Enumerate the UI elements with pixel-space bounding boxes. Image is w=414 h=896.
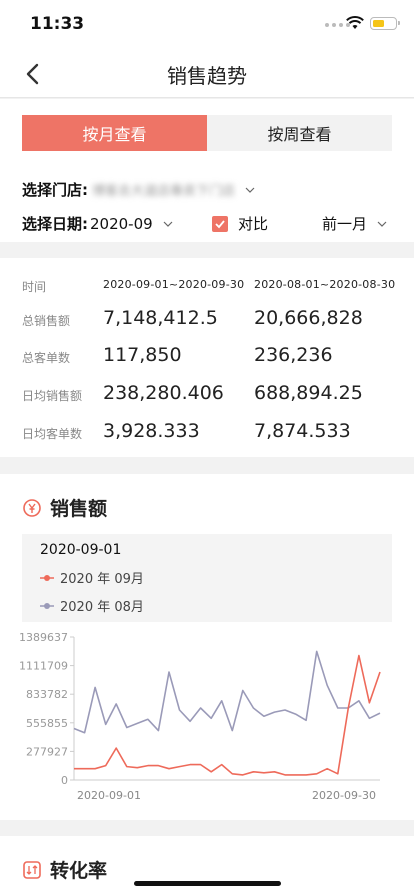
legend-item-sep[interactable]: 2020 年 09月 [40,568,144,587]
filter-panel: 按月查看 按周查看 选择门店: 博客去大道店專卖下门店 选择日期: 2020-0… [0,99,414,242]
value-previous: 7,874.533 [254,420,351,442]
chart-tooltip: 2020-09-01 2020 年 09月 2020 年 08月 [22,534,392,622]
legend-label: 2020 年 08月 [60,600,144,615]
sales-line-chart[interactable]: 0 277927 555855 833782 1111709 1389637 2020-09… [0,624,414,804]
date-label: 选择日期: [22,215,88,233]
period-select[interactable]: 前一月 [322,213,387,234]
legend-marker [40,574,54,581]
compare-label: 对比 [238,215,269,233]
value-current: 117,850 [103,344,182,366]
conversion-header: 转化率 [22,856,107,883]
conversion-title: 转化率 [50,860,108,882]
y-tick-label: 833782 [26,688,68,701]
tab-weekly[interactable]: 按周查看 [207,115,392,151]
x-tick-label: 2020-09-01 [77,789,141,802]
y-tick-label: 1111709 [19,660,68,673]
status-bar: 11:33 [0,0,414,50]
legend-item-aug[interactable]: 2020 年 08月 [40,596,144,615]
nav-bar: 销售趋势 [0,50,414,98]
value-previous: 20,666,828 [254,307,363,329]
value-previous: 236,236 [254,344,333,366]
y-tick-label: 0 [61,774,68,787]
chevron-down-icon [245,187,255,193]
battery-icon [370,17,400,30]
conversion-icon [23,860,41,879]
y-tick-label: 277927 [26,745,68,758]
row-label: 日均销售额 [22,389,83,403]
sales-header: 销售额 [22,494,107,521]
status-time: 11:33 [30,14,85,34]
view-tabs: 按月查看 按周查看 [22,115,392,151]
y-tick-label: 1389637 [19,631,68,644]
table-row: 总销售额 7,148,412.5 20,666,828 [0,304,414,334]
tab-monthly[interactable]: 按月查看 [22,115,207,151]
series-line-aug [73,650,381,734]
table-row: 日均客单数 3,928.333 7,874.533 [0,417,414,447]
store-value: 博客去大道店專卖下门店 [92,184,236,199]
store-label: 选择门店: [22,181,88,199]
store-selector[interactable]: 选择门店: 博客去大道店專卖下门店 [22,179,255,200]
page-title: 销售趋势 [167,64,247,88]
chevron-down-icon [377,221,387,227]
compare-toggle[interactable]: 对比 [212,213,268,234]
row-label: 总客单数 [22,351,71,365]
tooltip-date: 2020-09-01 [40,542,122,558]
compare-checkbox[interactable] [212,215,228,232]
row-label: 总销售额 [22,314,71,328]
row-label: 日均客单数 [22,427,83,441]
value-current: 238,280.406 [103,382,224,404]
period-current: 2020-09-01~2020-09-30 [103,278,245,291]
conversion-card: 转化率 [0,836,414,896]
summary-header-label: 时间 [22,280,47,294]
period-value: 前一月 [322,215,368,233]
wifi-icon [346,16,364,29]
sales-title: 销售额 [50,498,108,520]
home-indicator [134,881,281,886]
legend-label: 2020 年 09月 [60,572,144,587]
value-current: 7,148,412.5 [103,307,218,329]
table-row: 总客单数 117,850 236,236 [0,341,414,371]
check-icon [215,219,225,228]
date-filter-row: 选择日期: 2020-09 对比 前一月 [22,213,392,234]
chevron-down-icon[interactable] [163,219,173,229]
legend-marker [40,602,54,609]
period-previous: 2020-08-01~2020-08-30 [254,278,396,291]
value-previous: 688,894.25 [254,382,363,404]
x-tick-label: 2020-09-30 [312,789,376,802]
summary-header-row: 时间 2020-09-01~2020-09-30 2020-08-01~2020… [0,270,414,300]
table-row: 日均销售额 238,280.406 688,894.25 [0,379,414,409]
y-tick-label: 555855 [26,717,68,730]
sales-chart-card: 销售额 2020-09-01 2020 年 09月 2020 年 08月 0 27… [0,474,414,820]
sales-yen-icon [23,498,41,517]
date-value[interactable]: 2020-09 [90,215,153,233]
summary-table: 时间 2020-09-01~2020-09-30 2020-08-01~2020… [0,258,414,457]
value-current: 3,928.333 [103,420,200,442]
